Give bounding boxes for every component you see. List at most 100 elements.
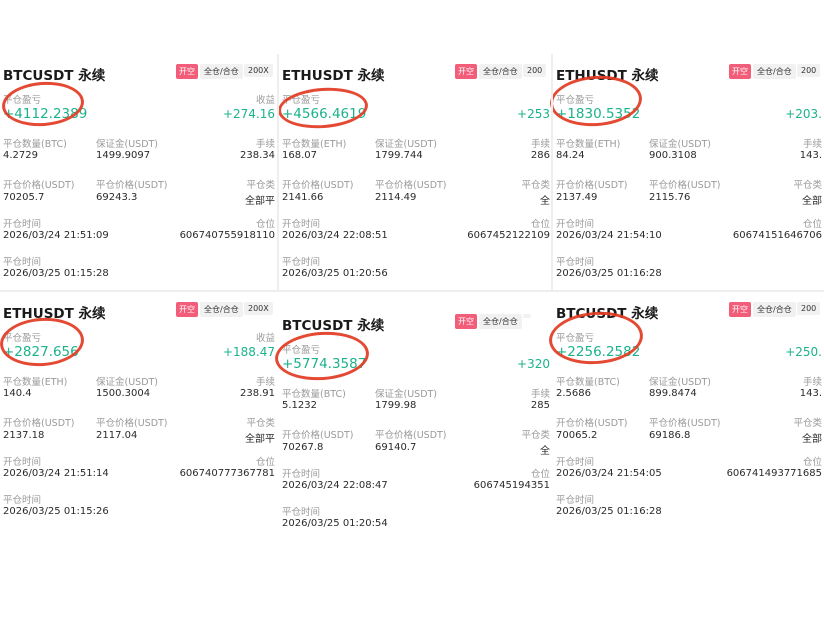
open-time-label: 开仓时间 [3, 457, 42, 468]
margin-mode-tag[interactable]: 全仓/合仓 [200, 302, 243, 317]
margin-mode-tag[interactable]: 全仓/合仓 [200, 64, 243, 79]
close-type-value: 全部 [802, 434, 822, 445]
close-type-value: 全部平 [245, 196, 275, 207]
margin-mode-tag[interactable]: 全仓/合仓 [479, 314, 522, 329]
leverage-tag[interactable]: 200X [244, 64, 273, 77]
close-time-value: 2026/03/25 01:20:56 [282, 268, 388, 279]
position-id-value: 606745194351 [473, 480, 550, 491]
close-time-label: 平仓时间 [282, 257, 321, 268]
fee-label: 手续 [530, 389, 550, 400]
leverage-tag[interactable]: 200X [244, 302, 273, 315]
position-id-value: 60674151646706 [732, 230, 822, 241]
open-price-label: 开仓价格(USDT) [556, 180, 628, 191]
fee-value: 285 [530, 400, 550, 411]
earnings-label: 收益 [255, 95, 275, 106]
earnings-value: +320 [517, 357, 550, 371]
open-price-label: 开仓价格(USDT) [556, 418, 628, 429]
qty-label: 平仓数量(ETH) [556, 139, 621, 150]
close-price-value: 2117.04 [96, 430, 138, 441]
open-price-label: 开仓价格(USDT) [282, 180, 354, 191]
margin-value: 900.3108 [649, 150, 697, 161]
margin-value: 1500.3004 [96, 388, 151, 399]
close-type-label: 平仓类 [246, 180, 275, 191]
open-price-value: 2137.18 [3, 430, 45, 441]
close-type-label: 平仓类 [246, 418, 275, 429]
position-id-label: 仓位 [255, 219, 275, 230]
fee-label: 手续 [802, 377, 822, 388]
close-price-value: 2115.76 [649, 192, 691, 203]
close-price-label: 平仓价格(USDT) [649, 180, 721, 191]
margin-label: 保证金(USDT) [649, 139, 712, 150]
open-short-tag[interactable]: 开空 [455, 64, 477, 79]
fee-value: 238.91 [240, 388, 275, 399]
open-price-label: 开仓价格(USDT) [3, 418, 75, 429]
margin-value: 1499.9097 [96, 150, 151, 161]
fee-value: 143. [799, 150, 822, 161]
margin-value: 899.8474 [649, 388, 697, 399]
open-short-tag[interactable]: 开空 [176, 64, 198, 79]
margin-value: 1799.98 [375, 400, 417, 411]
position-id-value: 606741493771685 [726, 468, 822, 479]
open-time-value: 2026/03/24 22:08:51 [282, 230, 388, 241]
leverage-tag[interactable] [523, 314, 531, 318]
fee-label: 手续 [530, 139, 550, 150]
close-price-value: 69243.3 [96, 192, 138, 203]
close-time-value: 2026/03/25 01:16:28 [556, 506, 662, 517]
earnings-label: 收益 [255, 333, 275, 344]
screenshot-collage: BTCUSDT 永续 开空 全仓/合仓 200X 平仓盈亏 +4112.2389 收益 +27… [0, 0, 824, 618]
position-id-value: 606740777367781 [179, 468, 275, 479]
symbol-title: BTCUSDT 永续 [3, 68, 106, 84]
qty-label: 平仓数量(BTC) [556, 377, 620, 388]
open-price-label: 开仓价格(USDT) [282, 430, 354, 441]
open-time-label: 开仓时间 [556, 219, 595, 230]
close-price-value: 69140.7 [375, 442, 417, 453]
position-id-label: 仓位 [255, 457, 275, 468]
close-price-value: 69186.8 [649, 430, 691, 441]
open-price-value: 2141.66 [282, 192, 324, 203]
open-price-value: 70267.8 [282, 442, 324, 453]
close-price-label: 平仓价格(USDT) [375, 430, 447, 441]
open-time-value: 2026/03/24 21:51:09 [3, 230, 109, 241]
earnings-value: +188.47 [222, 345, 275, 359]
earnings-value: +203. [785, 107, 822, 121]
open-time-label: 开仓时间 [282, 219, 321, 230]
open-short-tag[interactable]: 开空 [455, 314, 477, 329]
margin-label: 保证金(USDT) [96, 377, 159, 388]
open-time-value: 2026/03/24 21:54:10 [556, 230, 662, 241]
symbol-title: ETHUSDT 永续 [282, 68, 385, 84]
close-type-value: 全 [540, 446, 550, 457]
margin-mode-tag[interactable]: 全仓/合仓 [753, 302, 796, 317]
close-time-value: 2026/03/25 01:16:28 [556, 268, 662, 279]
close-type-label: 平仓类 [793, 180, 822, 191]
close-time-label: 平仓时间 [3, 495, 42, 506]
close-price-label: 平仓价格(USDT) [375, 180, 447, 191]
open-price-label: 开仓价格(USDT) [3, 180, 75, 191]
position-id-label: 仓位 [530, 219, 550, 230]
close-price-label: 平仓价格(USDT) [649, 418, 721, 429]
open-time-label: 开仓时间 [282, 469, 321, 480]
open-time-value: 2026/03/24 21:54:05 [556, 468, 662, 479]
open-price-value: 70205.7 [3, 192, 45, 203]
close-price-label: 平仓价格(USDT) [96, 418, 168, 429]
close-time-label: 平仓时间 [3, 257, 42, 268]
margin-label: 保证金(USDT) [375, 139, 438, 150]
open-short-tag[interactable]: 开空 [729, 64, 751, 79]
fee-label: 手续 [802, 139, 822, 150]
close-type-value: 全部 [802, 196, 822, 207]
close-type-value: 全部平 [245, 434, 275, 445]
earnings-value: +250. [785, 345, 822, 359]
margin-mode-tag[interactable]: 全仓/合仓 [479, 64, 522, 79]
margin-mode-tag[interactable]: 全仓/合仓 [753, 64, 796, 79]
leverage-tag[interactable]: 200 [797, 302, 821, 315]
qty-value: 5.1232 [282, 400, 317, 411]
leverage-tag[interactable]: 200 [523, 64, 547, 77]
open-short-tag[interactable]: 开空 [176, 302, 198, 317]
close-time-label: 平仓时间 [556, 495, 595, 506]
close-type-label: 平仓类 [793, 418, 822, 429]
leverage-tag[interactable]: 200 [797, 64, 821, 77]
close-time-value: 2026/03/25 01:15:26 [3, 506, 109, 517]
qty-value: 2.5686 [556, 388, 591, 399]
open-short-tag[interactable]: 开空 [729, 302, 751, 317]
close-time-label: 平仓时间 [556, 257, 595, 268]
panel-divider [551, 54, 553, 290]
